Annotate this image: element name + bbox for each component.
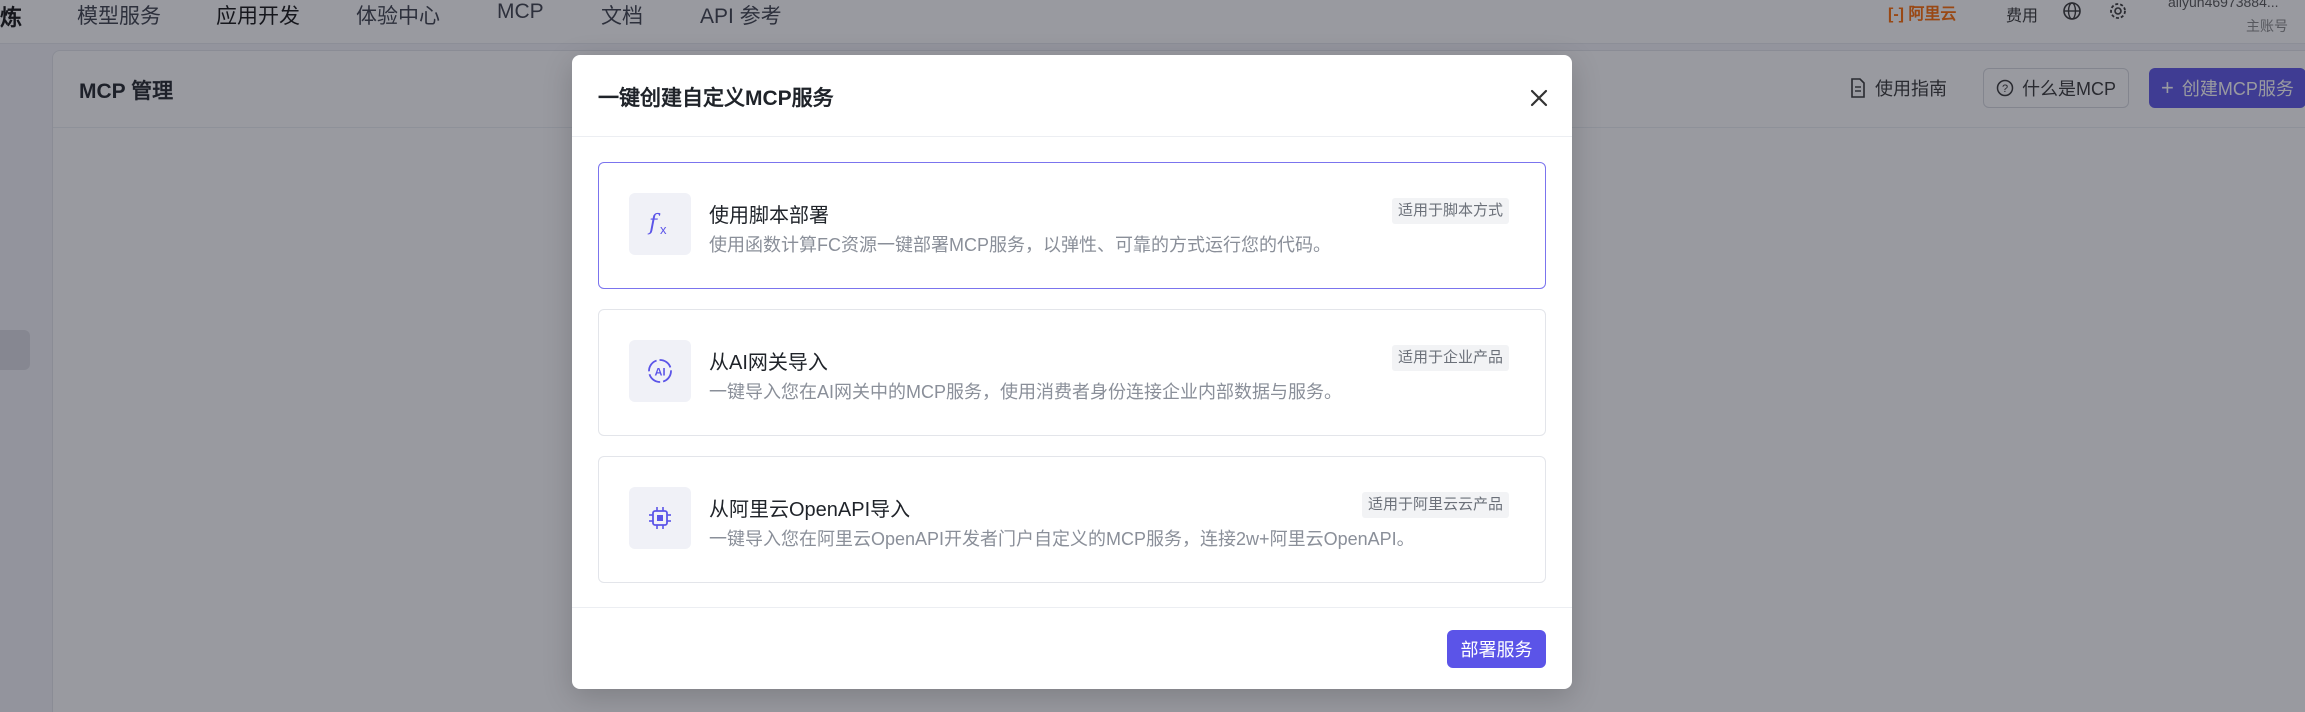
option-description: 一键导入您在阿里云OpenAPI开发者门户自定义的MCP服务，连接2w+阿里云O… — [709, 529, 1415, 549]
svg-text:x: x — [660, 222, 667, 237]
option-title: 使用脚本部署 — [709, 205, 829, 227]
option-script-deploy[interactable]: f x 使用脚本部署 使用函数计算FC资源一键部署MCP服务，以弹性、可靠的方式… — [598, 162, 1546, 289]
svg-text:AI: AI — [655, 367, 666, 379]
close-icon[interactable] — [1526, 85, 1552, 111]
option-tag: 适用于脚本方式 — [1391, 198, 1509, 224]
ai-gateway-icon: AI — [629, 340, 691, 402]
option-description: 使用函数计算FC资源一键部署MCP服务，以弹性、可靠的方式运行您的代码。 — [709, 235, 1331, 255]
chip-icon — [629, 487, 691, 549]
option-description: 一键导入您在AI网关中的MCP服务，使用消费者身份连接企业内部数据与服务。 — [709, 382, 1343, 402]
function-icon: f x — [629, 193, 691, 255]
option-tag: 适用于阿里云云产品 — [1361, 492, 1509, 518]
option-ai-gateway-import[interactable]: AI 从AI网关导入 一键导入您在AI网关中的MCP服务，使用消费者身份连接企业… — [598, 309, 1546, 436]
deploy-service-button[interactable]: 部署服务 — [1447, 630, 1546, 668]
option-title: 从阿里云OpenAPI导入 — [709, 499, 911, 521]
option-tag: 适用于企业产品 — [1391, 345, 1509, 371]
modal-footer-divider — [572, 607, 1572, 608]
modal-title: 一键创建自定义MCP服务 — [598, 87, 834, 110]
create-mcp-modal: 一键创建自定义MCP服务 f x 使用脚本部署 使用函数计算FC资源一键部署MC… — [572, 55, 1572, 689]
modal-header-divider — [572, 136, 1572, 137]
svg-text:f: f — [647, 211, 661, 236]
option-openapi-import[interactable]: 从阿里云OpenAPI导入 一键导入您在阿里云OpenAPI开发者门户自定义的M… — [598, 456, 1546, 583]
option-title: 从AI网关导入 — [709, 352, 828, 374]
